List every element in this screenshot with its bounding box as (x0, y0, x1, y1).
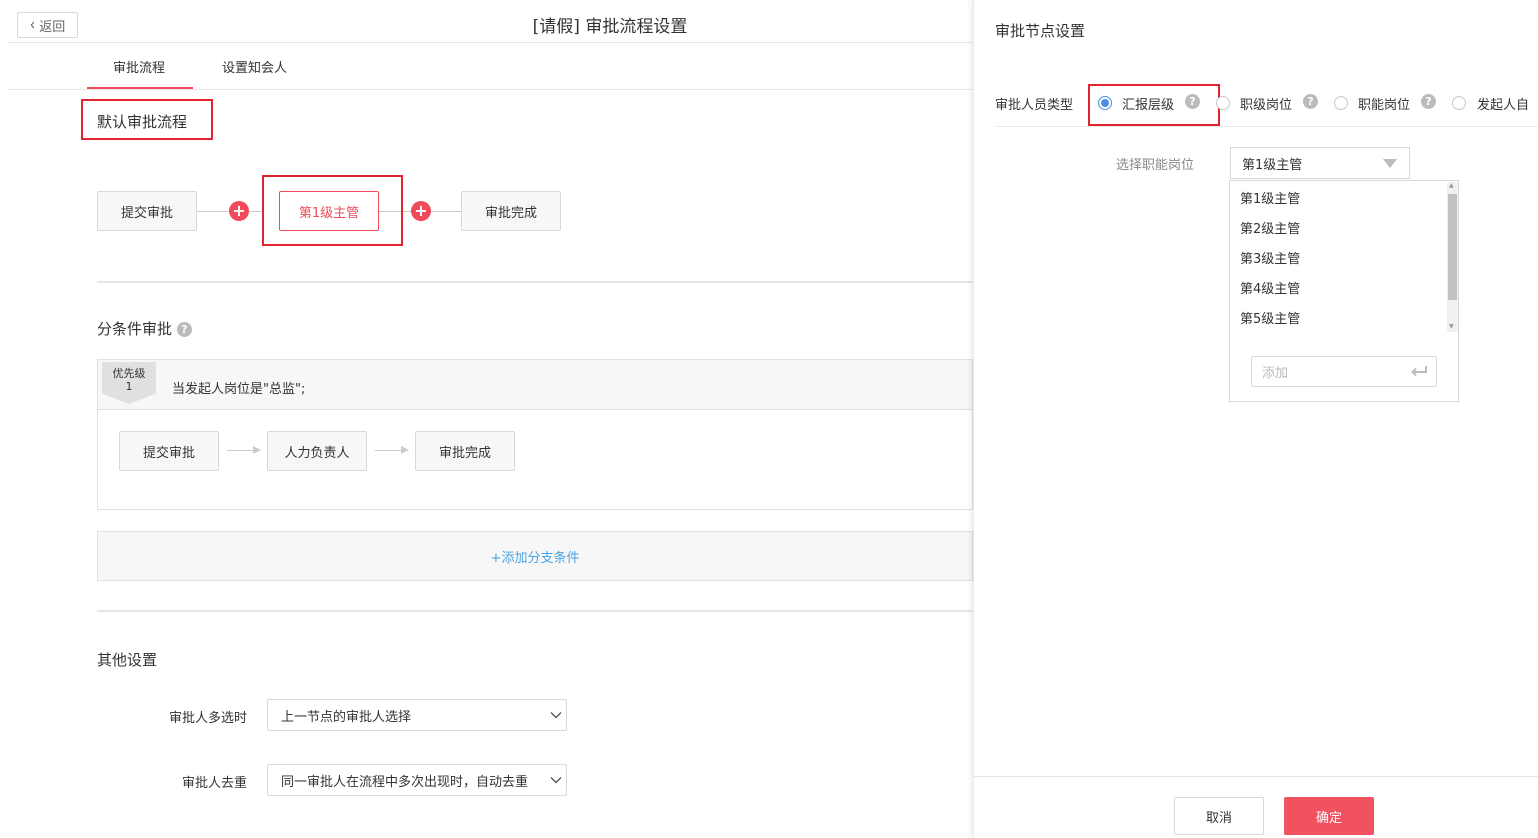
tab-notify-persons[interactable]: 设置知会人 (222, 57, 287, 76)
scroll-down-icon[interactable]: ▼ (1449, 323, 1454, 330)
add-option-input[interactable]: 添加 (1251, 356, 1437, 387)
panel-title: 审批节点设置 (995, 22, 1086, 40)
conditional-flow-label: 分条件审批 (97, 320, 173, 338)
scrollbar-thumb[interactable] (1448, 194, 1457, 300)
enter-icon[interactable] (1410, 365, 1428, 377)
conditional-flow-title: 分条件审批 ? (97, 318, 192, 339)
radio-label-initiator-self[interactable]: 发起人自 (1477, 94, 1529, 113)
condition-text: 当发起人岗位是"总监"; (172, 382, 306, 397)
scroll-up-icon[interactable]: ▲ (1449, 182, 1454, 189)
add-node-icon[interactable]: + (411, 201, 431, 221)
default-flow-title: 默认审批流程 (97, 113, 188, 131)
condition-branch: 优先级 1 当发起人岗位是"总监"; 提交审批 人力负责人 审批完成 (97, 359, 973, 510)
approval-flow-page: ‹ 返回 [请假] 审批流程设置 审批流程 设置知会人 默认审批流程 提交审批 … (0, 0, 973, 838)
chevron-down-icon (550, 712, 562, 719)
tabs-divider (7, 89, 973, 90)
priority-label: 优先级 (112, 367, 146, 380)
dedupe-approver-value: 同一审批人在流程中多次出现时，自动去重 (281, 774, 529, 790)
help-icon[interactable]: ? (1421, 94, 1436, 109)
chevron-left-icon: ‹ (29, 15, 36, 35)
caret-down-icon (1383, 159, 1397, 168)
add-node-icon[interactable]: + (229, 201, 249, 221)
dedupe-approver-label: 审批人去重 (181, 776, 247, 791)
page-title: [请假] 审批流程设置 (532, 17, 688, 37)
radio-label-rank-position[interactable]: 职级岗位 (1240, 94, 1292, 113)
dropdown-option[interactable]: 第4级主管 (1240, 278, 1300, 297)
dropdown-option[interactable]: 第2级主管 (1240, 218, 1300, 237)
cancel-button[interactable]: 取消 (1174, 797, 1264, 835)
add-option-placeholder: 添加 (1262, 366, 1289, 381)
flow-node-submit[interactable]: 提交审批 (97, 191, 197, 231)
radio-label-function-position[interactable]: 职能岗位 (1358, 94, 1410, 113)
confirm-button[interactable]: 确定 (1284, 797, 1374, 835)
branch-node-complete[interactable]: 审批完成 (415, 431, 515, 471)
approver-type-label: 审批人员类型 (995, 98, 1074, 113)
header-divider (7, 42, 973, 43)
radio-function-position[interactable] (1334, 96, 1348, 110)
position-dropdown-list: 第1级主管 第2级主管 第3级主管 第4级主管 第5级主管 ▲ ▼ 添加 (1229, 180, 1459, 402)
branch-node-hr-head[interactable]: 人力负责人 (267, 431, 367, 471)
arrow-right-icon (375, 446, 409, 454)
dropdown-option[interactable]: 第1级主管 (1240, 188, 1300, 207)
chevron-down-icon (550, 777, 562, 784)
dropdown-option[interactable]: 第5级主管 (1240, 308, 1300, 327)
dropdown-scrollbar[interactable]: ▲ ▼ (1447, 182, 1458, 332)
radio-initiator-self[interactable] (1452, 96, 1466, 110)
panel-divider (995, 126, 1538, 127)
panel-footer-divider (974, 776, 1538, 777)
radio-label-report-level[interactable]: 汇报层级 (1122, 94, 1174, 113)
priority-badge: 优先级 1 (102, 362, 156, 404)
back-label: 返回 (39, 19, 66, 35)
select-position-label: 选择职能岗位 (1116, 158, 1195, 173)
back-button[interactable]: ‹ 返回 (17, 12, 78, 38)
position-select-value: 第1级主管 (1242, 157, 1303, 173)
multi-approver-select[interactable]: 上一节点的审批人选择 (267, 699, 567, 731)
tab-approval-flow[interactable]: 审批流程 (113, 57, 165, 76)
position-select[interactable]: 第1级主管 (1230, 147, 1410, 179)
condition-header[interactable]: 优先级 1 当发起人岗位是"总监"; (98, 360, 972, 410)
radio-rank-position[interactable] (1216, 96, 1230, 110)
help-icon[interactable]: ? (176, 322, 192, 337)
help-icon[interactable]: ? (1303, 94, 1318, 109)
multi-approver-value: 上一节点的审批人选择 (281, 709, 412, 725)
section-divider (97, 281, 973, 283)
radio-report-level[interactable] (1098, 96, 1112, 110)
flow-node-complete[interactable]: 审批完成 (461, 191, 561, 231)
approval-node-settings-panel: 审批节点设置 审批人员类型 汇报层级 ? 职级岗位 ? 职能岗位 ? 发起人自 … (973, 0, 1538, 838)
priority-value: 1 (125, 380, 133, 393)
section-divider (97, 610, 973, 612)
other-settings-title: 其他设置 (97, 651, 158, 669)
add-branch-button[interactable]: +添加分支条件 (97, 531, 973, 581)
multi-approver-label: 审批人多选时 (168, 711, 247, 726)
dedupe-approver-select[interactable]: 同一审批人在流程中多次出现时，自动去重 (267, 764, 567, 796)
branch-node-submit[interactable]: 提交审批 (119, 431, 219, 471)
arrow-right-icon (227, 446, 261, 454)
help-icon[interactable]: ? (1185, 94, 1200, 109)
dropdown-option[interactable]: 第3级主管 (1240, 248, 1300, 267)
flow-node-level1-manager[interactable]: 第1级主管 (279, 191, 379, 231)
